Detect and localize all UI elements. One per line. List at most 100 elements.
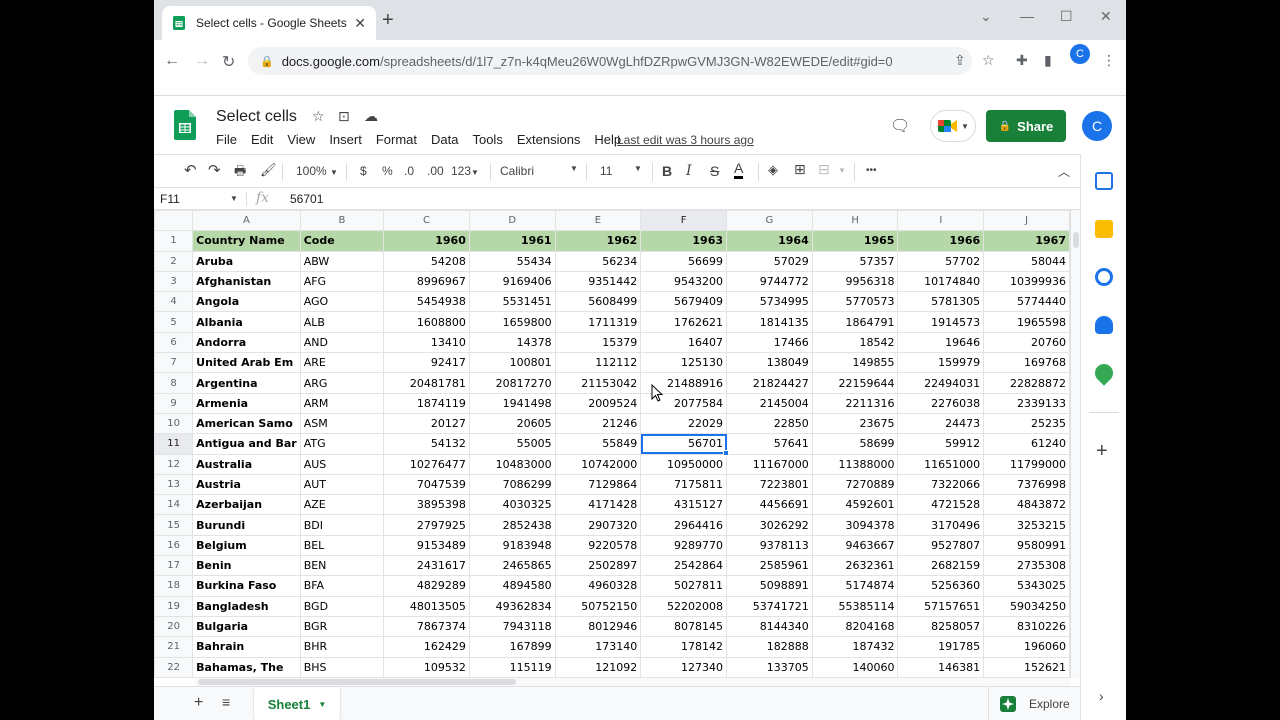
column-header-b[interactable]: B <box>299 210 385 232</box>
column-header-g[interactable]: G <box>726 210 813 232</box>
cell[interactable]: 115119 <box>468 656 556 678</box>
cell[interactable]: 11651000 <box>897 453 985 475</box>
cell[interactable]: 20605 <box>468 412 556 435</box>
all-sheets-icon[interactable]: ≡ <box>222 694 230 710</box>
cell[interactable]: 1965598 <box>983 311 1070 333</box>
cell[interactable]: United Arab Em <box>192 352 301 374</box>
cell[interactable]: Afghanistan <box>192 270 301 293</box>
cell[interactable]: 112112 <box>554 352 642 374</box>
cell[interactable]: 8258057 <box>897 615 985 638</box>
print-icon[interactable]: 🖶 <box>234 162 246 184</box>
cell[interactable]: 4315127 <box>640 494 728 516</box>
minimize-icon[interactable]: — <box>1020 8 1034 24</box>
cell[interactable]: 5174874 <box>811 575 899 597</box>
cell[interactable]: 2276038 <box>897 392 985 414</box>
fill-handle[interactable] <box>722 450 729 457</box>
name-box[interactable]: F11 ▼ <box>160 192 240 206</box>
cell[interactable]: 10276477 <box>383 453 470 475</box>
cell[interactable]: 24473 <box>897 412 985 435</box>
paint-format-icon[interactable]: 🖌 <box>260 162 277 178</box>
cell[interactable]: 22029 <box>640 412 728 435</box>
column-header-j[interactable]: J <box>983 210 1070 232</box>
cell[interactable]: 1659800 <box>468 311 556 333</box>
cell[interactable]: 7223801 <box>726 473 813 496</box>
new-tab-icon[interactable]: + <box>382 10 394 30</box>
row-header[interactable]: 4 <box>154 291 194 313</box>
cell[interactable]: 21824427 <box>726 372 813 394</box>
cell[interactable]: 7047539 <box>383 473 470 496</box>
cell[interactable]: 2907320 <box>554 514 642 536</box>
calendar-icon[interactable] <box>1095 172 1113 190</box>
cell[interactable]: 21153042 <box>554 372 642 394</box>
browser-menu-icon[interactable]: ⋮ <box>1102 52 1116 69</box>
cell[interactable]: ARM <box>299 392 385 414</box>
row-header[interactable]: 9 <box>154 392 194 414</box>
cell[interactable]: 22494031 <box>897 372 985 394</box>
horizontal-scrollbar[interactable] <box>194 678 1070 686</box>
spreadsheet-grid[interactable]: ABCDEFGHIJ 1 Country Name Code 1960 1961 1962… <box>154 210 1070 678</box>
cell[interactable]: Bangladesh <box>192 595 301 617</box>
cell[interactable]: 182888 <box>726 636 813 658</box>
vertical-scroll-thumb[interactable] <box>1073 232 1079 248</box>
cell[interactable]: 138049 <box>726 352 813 374</box>
cell[interactable]: 21246 <box>554 412 642 435</box>
cell[interactable]: 1941498 <box>468 392 556 414</box>
cell[interactable]: 55849 <box>554 433 642 455</box>
row-header[interactable]: 8 <box>154 372 194 394</box>
cell[interactable]: 11167000 <box>726 453 813 475</box>
cell[interactable]: 20817270 <box>468 372 556 394</box>
cell[interactable]: 17466 <box>726 331 813 354</box>
contacts-icon[interactable] <box>1095 316 1113 334</box>
row-header[interactable]: 18 <box>154 575 194 597</box>
cell[interactable]: 7129864 <box>554 473 642 496</box>
cell[interactable]: 7943118 <box>468 615 556 638</box>
maps-icon[interactable] <box>1091 360 1117 386</box>
cell[interactable]: 7376998 <box>983 473 1070 496</box>
cell[interactable]: 48013505 <box>383 595 470 617</box>
column-header-h[interactable]: H <box>811 210 899 232</box>
cell[interactable]: Bahrain <box>192 636 301 658</box>
cell[interactable]: 5531451 <box>468 291 556 313</box>
horizontal-scroll-thumb[interactable] <box>198 679 516 685</box>
cell[interactable]: 2542864 <box>640 555 728 577</box>
cell[interactable]: 127340 <box>640 656 728 678</box>
cell[interactable]: ARE <box>299 352 385 374</box>
formula-input[interactable]: 56701 <box>290 192 323 206</box>
cell[interactable]: 5734995 <box>726 291 813 313</box>
close-tab-icon[interactable]: ✕ <box>354 15 366 32</box>
cell[interactable]: 9378113 <box>726 534 813 557</box>
document-title[interactable]: Select cells <box>216 108 297 126</box>
cell[interactable]: 2009524 <box>554 392 642 414</box>
cell[interactable]: AFG <box>299 270 385 293</box>
fill-color-icon[interactable]: ◈ <box>768 162 778 178</box>
cell[interactable]: 4960328 <box>554 575 642 597</box>
cell[interactable]: 56699 <box>640 250 728 272</box>
cell[interactable]: 2964416 <box>640 514 728 536</box>
row-header[interactable]: 3 <box>154 270 194 293</box>
row-header[interactable]: 2 <box>154 250 194 272</box>
cell[interactable]: 7322066 <box>897 473 985 496</box>
cell[interactable]: 2852438 <box>468 514 556 536</box>
cell[interactable]: 2682159 <box>897 555 985 577</box>
text-color-button[interactable]: A <box>734 161 744 179</box>
cell[interactable]: 100801 <box>468 352 556 374</box>
add-sheet-icon[interactable]: + <box>194 694 203 712</box>
cell[interactable]: 59912 <box>897 433 985 455</box>
row-header[interactable]: 19 <box>154 595 194 617</box>
cell[interactable]: Country Name <box>192 230 301 252</box>
collapse-menu-icon[interactable]: ︿ <box>1058 163 1070 180</box>
menu-file[interactable]: File <box>216 132 237 147</box>
row-header[interactable]: 15 <box>154 514 194 536</box>
redo-icon[interactable]: ↷ <box>208 161 221 179</box>
cell[interactable]: BHS <box>299 656 385 678</box>
cell[interactable]: AZE <box>299 494 385 516</box>
back-icon[interactable]: ← <box>164 52 180 70</box>
cell[interactable]: 125130 <box>640 352 728 374</box>
font-size-select[interactable]: 11 ▼ <box>600 164 648 178</box>
row-header[interactable]: 21 <box>154 636 194 658</box>
cell[interactable]: 1914573 <box>897 311 985 333</box>
menu-data[interactable]: Data <box>431 132 458 147</box>
cell[interactable]: 57029 <box>726 250 813 272</box>
cell[interactable]: 25235 <box>983 412 1070 435</box>
cell[interactable]: 22159644 <box>811 372 899 394</box>
